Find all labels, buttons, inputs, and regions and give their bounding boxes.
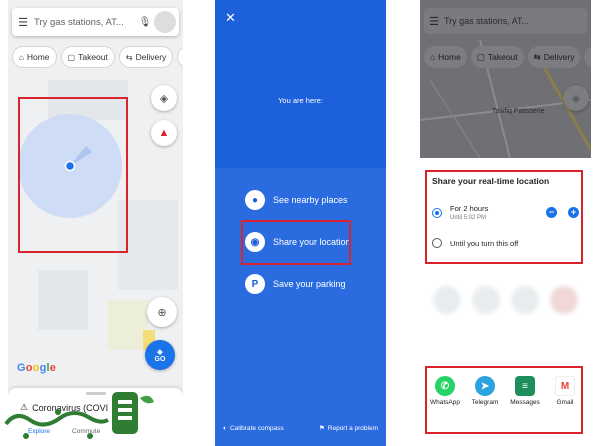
highlight-box-share <box>241 220 351 265</box>
chip-delivery[interactable]: ⇆ Delivery <box>527 46 581 68</box>
search-input[interactable]: Try gas stations, AT... <box>444 16 587 26</box>
account-avatar[interactable] <box>154 11 176 33</box>
menu-header <box>215 0 386 168</box>
category-chips-dimmed: ⌂Home ▢Takeout ⇆Delivery ⛽Ga <box>424 46 591 68</box>
delivery-icon: ⇆ <box>533 51 541 62</box>
takeout-icon: ▢ <box>67 52 76 62</box>
you-are-here-label: You are here: <box>278 96 323 105</box>
chip-label: Delivery <box>135 52 167 62</box>
chip-label: Home <box>26 52 50 62</box>
option-label: See nearby places <box>273 195 348 205</box>
contact-avatar[interactable] <box>433 286 462 314</box>
target-icon: ⊕ <box>157 306 167 319</box>
gas-icon: ⛽ <box>590 52 591 63</box>
compass-button[interactable]: ▲ <box>151 120 177 146</box>
save-parking-option[interactable]: P Save your parking <box>245 274 346 294</box>
my-location-button[interactable]: ⊕ <box>147 297 177 327</box>
footer-left-label: Calibrate compass <box>229 424 284 432</box>
close-icon[interactable]: ✕ <box>225 10 236 26</box>
microphone-icon[interactable]: 🎙 <box>136 17 154 28</box>
highlight-box-location <box>18 97 128 253</box>
home-icon: ⌂ <box>19 52 24 62</box>
chip-takeout[interactable]: ▢ Takeout <box>60 46 115 68</box>
blurred-contacts <box>420 270 591 330</box>
chip-takeout[interactable]: ▢ Takeout <box>470 46 524 68</box>
google-logo: Google <box>17 362 57 374</box>
parking-icon: P <box>245 274 265 294</box>
chip-gas[interactable]: ⛽Ga <box>177 46 183 68</box>
menu-icon[interactable]: ☰ <box>424 15 444 28</box>
contact-avatar[interactable] <box>510 286 539 314</box>
search-bar-dimmed[interactable]: ☰ Try gas stations, AT... <box>424 8 587 34</box>
chip-label: Delivery <box>543 52 575 62</box>
option-label: Save your parking <box>273 279 346 289</box>
search-input[interactable]: Try gas stations, AT... <box>34 17 136 28</box>
go-button[interactable]: ◆ GO <box>145 340 175 370</box>
highlight-box-apps <box>425 366 583 434</box>
place-pin-icon: ● <box>245 190 265 210</box>
takeout-icon: ▢ <box>476 51 485 62</box>
delivery-icon: ⇆ <box>125 52 133 62</box>
contact-avatar[interactable] <box>472 286 501 314</box>
chip-home[interactable]: ⌂ Home <box>12 46 57 68</box>
chip-delivery[interactable]: ⇆ Delivery <box>118 46 174 68</box>
chip-gas[interactable]: ⛽Ga <box>584 46 591 68</box>
layers-icon: ◈ <box>159 92 169 105</box>
watermark-logo <box>4 392 154 439</box>
menu-footer: ◐ Calibrate compass ⚑ Report a problem <box>215 424 386 433</box>
layers-icon: ◈ <box>571 92 581 105</box>
flag-icon: ⚑ <box>318 425 325 432</box>
chip-label: Home <box>438 52 461 62</box>
contact-avatar[interactable] <box>549 286 578 314</box>
compass-icon: ▲ <box>158 127 170 139</box>
category-chips: ⌂Home ▢Takeout ⇆Delivery ⛽Ga <box>12 46 183 68</box>
share-sheet-panel: ☰ Try gas stations, AT... ⌂ Home ▢ Takeout… <box>420 0 591 446</box>
navigation-icon: ◆ <box>157 348 163 356</box>
layers-button[interactable]: ◈ <box>151 85 177 111</box>
see-nearby-places-option[interactable]: ● See nearby places <box>245 190 348 210</box>
home-icon: ⌂ <box>430 52 436 62</box>
go-label: GO <box>154 355 166 363</box>
search-bar[interactable]: ☰ Try gas stations, AT... 🎙 <box>12 8 179 36</box>
menu-icon[interactable]: ☰ <box>12 16 34 29</box>
chip-label: Takeout <box>487 52 518 62</box>
location-menu-panel: ✕ You are here: ● See nearby places ◉ Sh… <box>215 0 386 446</box>
map-panel: ☰ Try gas stations, AT... 🎙 ⌂ Home ▢ Takeo… <box>8 0 183 446</box>
report-problem-link[interactable]: ⚑ Report a problem <box>318 424 378 433</box>
place-label: Tawfiq Patisserie <box>492 108 545 115</box>
chip-label: Takeout <box>78 52 108 62</box>
compass-icon: ◐ <box>223 424 227 432</box>
chip-home[interactable]: ⌂ Home <box>424 46 467 68</box>
highlight-box-duration <box>425 170 583 264</box>
layers-button[interactable]: ◈ <box>563 85 589 111</box>
footer-right-label: Report a problem <box>327 424 378 432</box>
calibrate-compass-link[interactable]: ◐ Calibrate compass <box>223 424 284 432</box>
